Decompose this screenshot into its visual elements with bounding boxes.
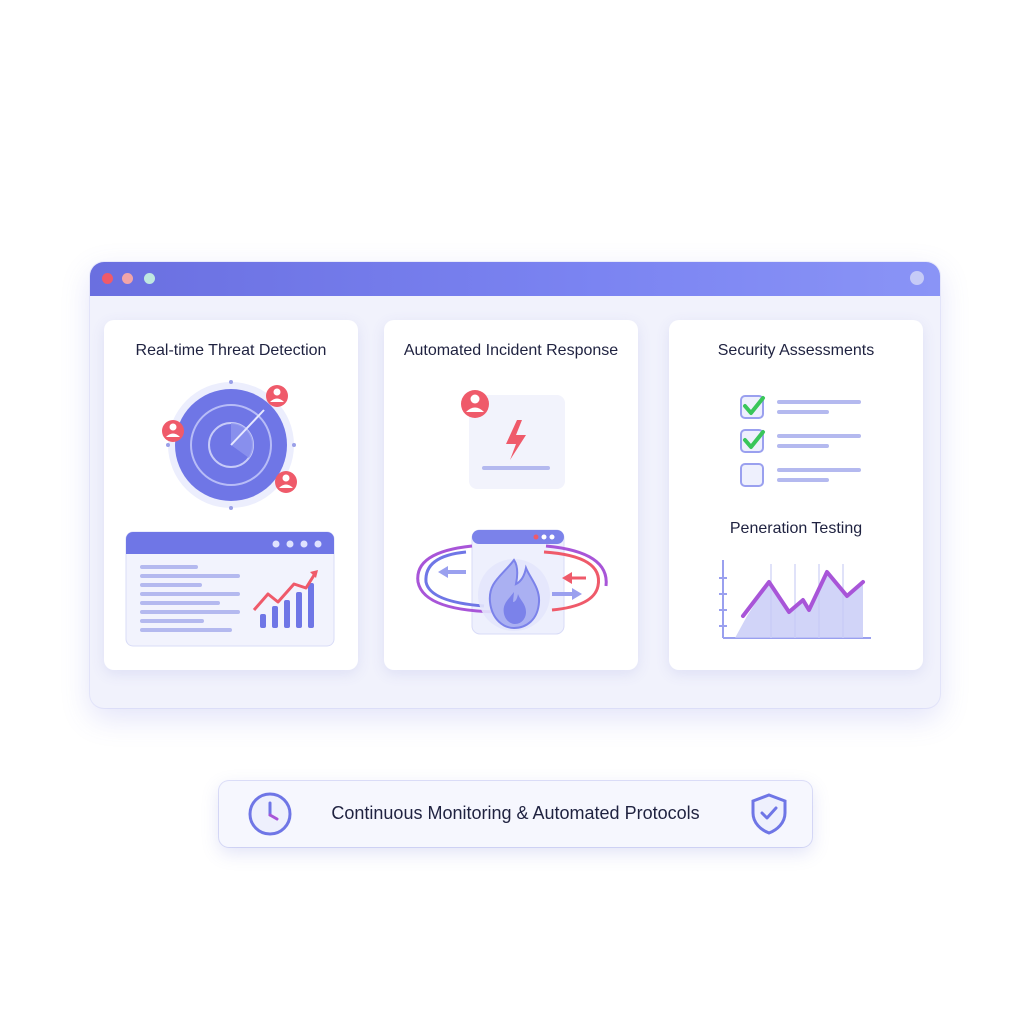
checklist-item [740,463,861,487]
banner-text: Continuous Monitoring & Automated Protoc… [331,803,700,823]
checkbox [740,463,764,487]
maximize-dot[interactable] [144,273,155,284]
card-incident-response[interactable]: Automated Incident Response [384,320,638,670]
security-assessments-illustration [719,395,871,639]
fire-icon [478,558,550,631]
dashboard-window-icon [125,531,335,647]
close-dot[interactable] [102,273,113,284]
threat-detection-illustration [125,380,335,647]
line-chart-icon [719,560,871,639]
window-menu-dot[interactable] [910,271,924,285]
alert-panel-icon [461,390,565,489]
card-security-assessments[interactable]: Security Assessments Peneration Testing [669,320,923,670]
incident-response-illustration [416,390,608,635]
checklist-item [740,429,861,453]
card-subtitle: Peneration Testing [729,520,863,537]
feature-banner: Continuous Monitoring & Automated Protoc… [219,781,812,847]
checklist-item [740,395,861,419]
shield-check-icon [751,793,787,835]
card-threat-detection[interactable]: Real-time Threat Detection [104,320,358,670]
checklist-icon [740,395,861,487]
minimize-dot[interactable] [122,273,133,284]
app-window: Real-time Threat Detection Automated Inc… [90,262,940,708]
window-titlebar [90,262,940,296]
